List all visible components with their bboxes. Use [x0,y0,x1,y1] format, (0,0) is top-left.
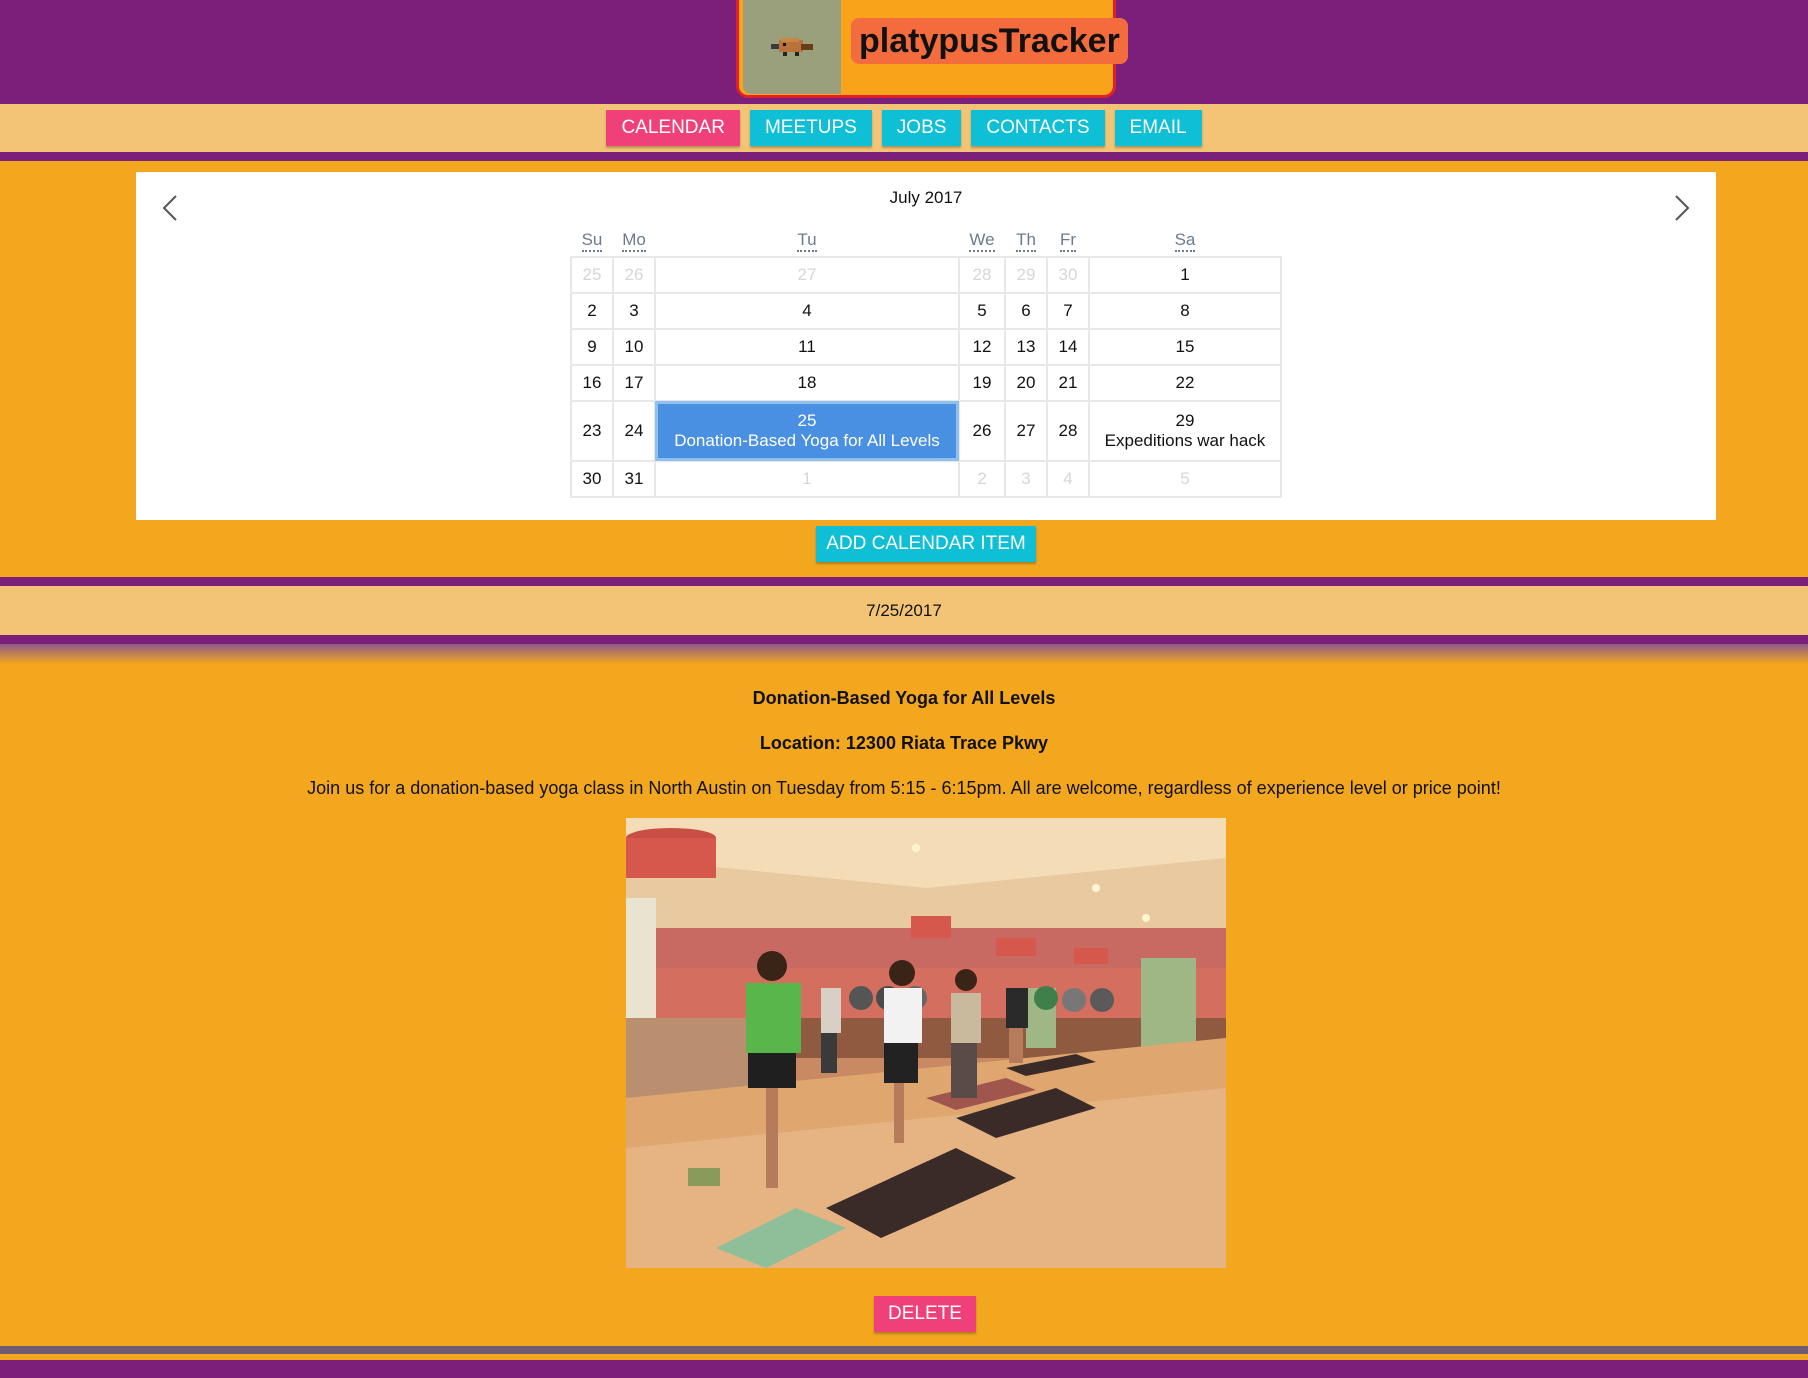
calendar-day[interactable]: 3 [1004,460,1048,498]
weekday-label: Th [1005,224,1047,257]
calendar-day-with-event[interactable]: 29 Expeditions war hack [1088,400,1282,462]
calendar-week: 2 3 4 5 6 7 8 [570,292,1282,330]
main-nav: CALENDAR MEETUPS JOBS CONTACTS EMAIL [0,110,1808,146]
calendar-day[interactable]: 28 [1046,400,1090,462]
divider [0,644,1808,664]
nav-email-button[interactable]: EMAIL [1114,110,1202,146]
weekday-label: Mo [613,224,655,257]
calendar-day[interactable]: 28 [958,256,1006,294]
weekday-label: Fr [1047,224,1089,257]
nav-bar: CALENDAR MEETUPS JOBS CONTACTS EMAIL [0,104,1808,161]
selected-date: 7/25/2017 [866,601,942,620]
calendar-day[interactable]: 30 [1046,256,1090,294]
calendar-day[interactable]: 30 [570,460,614,498]
weekday-header-row: Su Mo Tu We Th Fr Sa [571,224,1281,257]
calendar-grid: Su Mo Tu We Th Fr Sa 25 26 27 28 29 30 1… [570,224,1282,498]
calendar-day-selected[interactable]: 25 Donation-Based Yoga for All Levels [654,400,960,462]
calendar-day[interactable]: 24 [612,400,656,462]
calendar-day[interactable]: 4 [654,292,960,330]
calendar-day[interactable]: 2 [570,292,614,330]
calendar-day[interactable]: 10 [612,328,656,366]
calendar-day[interactable]: 14 [1046,328,1090,366]
day-number: 29 [1175,411,1195,430]
calendar-day[interactable]: 6 [1004,292,1048,330]
calendar-day[interactable]: 22 [1088,364,1282,402]
calendar-week: 9 10 11 12 13 14 15 [570,328,1282,366]
calendar-day[interactable]: 5 [1088,460,1282,498]
delete-button[interactable]: DELETE [874,1296,976,1332]
calendar-day[interactable]: 19 [958,364,1006,402]
calendar-day[interactable]: 27 [1004,400,1048,462]
calendar-week: 25 26 27 28 29 30 1 [570,256,1282,294]
calendar-day[interactable]: 26 [612,256,656,294]
calendar-day[interactable]: 7 [1046,292,1090,330]
selected-date-band: 7/25/2017 [0,577,1808,644]
weekday-label: Su [571,224,613,257]
add-calendar-item-button[interactable]: ADD CALENDAR ITEM [816,526,1036,562]
calendar-day[interactable]: 26 [958,400,1006,462]
nav-jobs-button[interactable]: JOBS [881,110,962,146]
calendar-card: July 2017 Su Mo Tu We Th Fr Sa 25 26 27 [136,172,1716,520]
calendar-day[interactable]: 13 [1004,328,1048,366]
calendar-day[interactable]: 15 [1088,328,1282,366]
calendar-day[interactable]: 27 [654,256,960,294]
calendar-day[interactable]: 1 [654,460,960,498]
weekday-label: Sa [1089,224,1281,257]
event-location: Location: 12300 Riata Trace Pkwy [759,733,1049,753]
calendar-day[interactable]: 5 [958,292,1006,330]
calendar-day[interactable]: 31 [612,460,656,498]
calendar-week: 16 17 18 19 20 21 22 [570,364,1282,402]
event-title: Donation-Based Yoga for All Levels [752,688,1056,708]
calendar-day[interactable]: 20 [1004,364,1048,402]
calendar-day[interactable]: 17 [612,364,656,402]
event-description: Join us for a donation-based yoga class … [307,778,1501,798]
next-month-icon[interactable] [1666,190,1696,226]
calendar-event-label: Donation-Based Yoga for All Levels [674,431,940,450]
calendar-day[interactable]: 21 [1046,364,1090,402]
calendar-day[interactable]: 25 [570,256,614,294]
calendar-day[interactable]: 3 [612,292,656,330]
calendar-day[interactable]: 2 [958,460,1006,498]
calendar-day[interactable]: 4 [1046,460,1090,498]
calendar-day[interactable]: 29 [1004,256,1048,294]
calendar-day[interactable]: 23 [570,400,614,462]
calendar-event-label: Expeditions war hack [1104,431,1266,450]
calendar-week: 23 24 25 Donation-Based Yoga for All Lev… [570,400,1282,462]
calendar-day[interactable]: 1 [1088,256,1282,294]
weekday-label: We [959,224,1005,257]
platypus-icon [743,0,841,94]
header-bar: platypusTracker [0,0,1808,104]
calendar-day[interactable]: 9 [570,328,614,366]
day-number: 25 [797,411,817,430]
weekday-label: Tu [655,224,959,257]
calendar-day[interactable]: 8 [1088,292,1282,330]
event-photo [626,818,1226,1268]
footer-band [0,1346,1808,1378]
nav-calendar-button[interactable]: CALENDAR [606,110,740,146]
app-logo[interactable]: platypusTracker [736,0,1128,98]
calendar-day[interactable]: 16 [570,364,614,402]
nav-contacts-button[interactable]: CONTACTS [971,110,1105,146]
app-title: platypusTracker [851,18,1128,64]
calendar-week: 30 31 1 2 3 4 5 [570,460,1282,498]
nav-meetups-button[interactable]: MEETUPS [749,110,872,146]
calendar-day[interactable]: 12 [958,328,1006,366]
calendar-day[interactable]: 18 [654,364,960,402]
calendar-month-title: July 2017 [889,188,963,207]
calendar-day[interactable]: 11 [654,328,960,366]
